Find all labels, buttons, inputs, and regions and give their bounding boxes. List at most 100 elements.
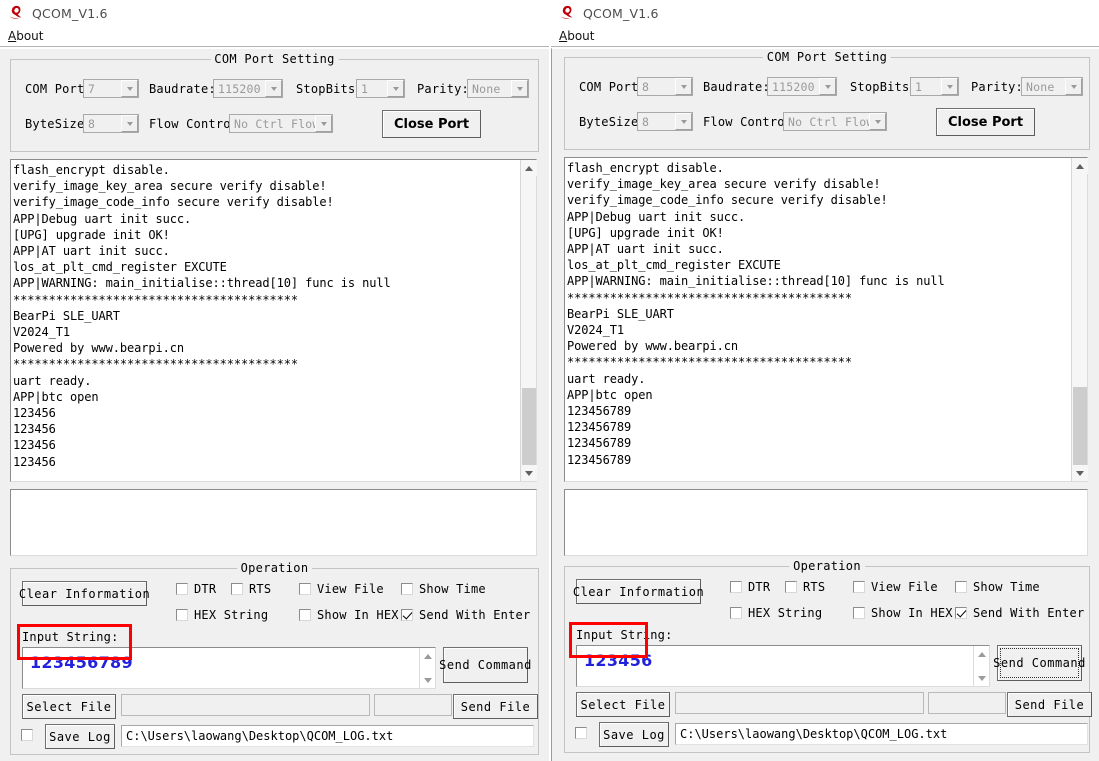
bytesize-combo-right[interactable]: 8: [637, 112, 693, 131]
terminal-scrollbar-left[interactable]: [520, 160, 537, 481]
scroll-down-arrow-icon[interactable]: [420, 672, 436, 688]
checkbox-box-show-time-right[interactable]: [955, 581, 967, 593]
chevron-down-icon[interactable]: [869, 113, 886, 130]
checkbox-box-rts-left[interactable]: [231, 583, 243, 595]
scroll-up-arrow-icon[interactable]: [1072, 158, 1088, 174]
secondary-panel-right[interactable]: [564, 489, 1088, 556]
terminal-scrollbar-right[interactable]: [1071, 158, 1088, 481]
checkbox-box-save-log-right[interactable]: [575, 727, 587, 739]
checkbox-show-time-left[interactable]: Show Time: [401, 582, 486, 596]
baudrate-combo-right[interactable]: 115200: [767, 77, 837, 96]
input-string-scrollbar-left[interactable]: [419, 648, 435, 688]
chevron-down-icon[interactable]: [675, 78, 692, 95]
checkbox-send-with-enter-right[interactable]: Send With Enter: [955, 606, 1084, 620]
checkbox-show-time-right[interactable]: Show Time: [955, 580, 1040, 594]
log-path-field-right[interactable]: C:\Users\laowang\Desktop\QCOM_LOG.txt: [675, 723, 1088, 745]
parity-combo-right[interactable]: None: [1021, 77, 1083, 96]
checkbox-box-send-with-enter-left[interactable]: [401, 609, 413, 621]
file-size-field-right[interactable]: [928, 692, 1006, 714]
checkbox-dtr-right[interactable]: DTR: [730, 580, 770, 594]
checkbox-box-save-log-left[interactable]: [21, 729, 33, 741]
chevron-down-icon[interactable]: [819, 78, 836, 95]
scrollbar-thumb-right[interactable]: [1073, 387, 1087, 472]
save-log-button-right[interactable]: Save Log: [599, 722, 669, 747]
flow-control-combo-right[interactable]: No Ctrl Flow: [783, 112, 887, 131]
flow-control-combo-left[interactable]: No Ctrl Flow: [229, 114, 333, 133]
send-command-button-right[interactable]: Send Command: [993, 645, 1085, 681]
checkbox-box-dtr-left[interactable]: [176, 583, 188, 595]
close-port-button-left[interactable]: Close Port: [382, 110, 481, 138]
checkbox-rts-left[interactable]: RTS: [231, 582, 271, 596]
com-port-setting-title-left: COM Port Setting: [210, 52, 339, 66]
menu-item-about-right[interactable]: About: [559, 29, 595, 43]
checkbox-dtr-left[interactable]: DTR: [176, 582, 216, 596]
checkbox-view-file-left[interactable]: View File: [299, 582, 384, 596]
bytesize-combo-left[interactable]: 8: [83, 114, 139, 133]
checkbox-view-file-right[interactable]: View File: [853, 580, 938, 594]
input-string-box-right[interactable]: 123456: [576, 645, 990, 687]
menu-bar-right: About: [551, 26, 1099, 47]
terminal-panel-left[interactable]: flash_encrypt disable. verify_image_key_…: [10, 159, 537, 482]
chevron-down-icon[interactable]: [941, 78, 958, 95]
chevron-down-icon[interactable]: [1065, 78, 1082, 95]
checkbox-box-hex-string-left[interactable]: [176, 609, 188, 621]
save-log-button-left[interactable]: Save Log: [45, 724, 115, 749]
bytesize-label-left: ByteSize:: [25, 117, 92, 131]
checkbox-box-hex-string-right[interactable]: [730, 607, 742, 619]
chevron-down-icon[interactable]: [511, 80, 528, 97]
checkbox-save-log-left[interactable]: [21, 729, 39, 741]
chevron-down-icon[interactable]: [121, 115, 138, 132]
com-port-setting-title-right: COM Port Setting: [762, 50, 892, 64]
checkbox-box-dtr-right[interactable]: [730, 581, 742, 593]
scrollbar-thumb-left[interactable]: [522, 388, 536, 473]
send-file-button-right[interactable]: Send File: [1007, 692, 1092, 717]
stopbits-combo-right[interactable]: 1: [910, 77, 959, 96]
clear-information-button-right[interactable]: Clear Information: [573, 579, 704, 604]
parity-combo-left[interactable]: None: [467, 79, 529, 98]
checkbox-hex-string-right[interactable]: HEX String: [730, 606, 822, 620]
checkbox-box-show-in-hex-right[interactable]: [853, 607, 865, 619]
checkbox-show-in-hex-left[interactable]: Show In HEX: [299, 608, 399, 622]
menu-item-about-left[interactable]: About: [8, 29, 44, 43]
chevron-down-icon[interactable]: [121, 80, 138, 97]
com-port-combo-left[interactable]: 7: [83, 79, 139, 98]
send-file-button-left[interactable]: Send File: [453, 694, 538, 719]
scroll-down-arrow-icon[interactable]: [521, 465, 537, 481]
chevron-down-icon[interactable]: [675, 113, 692, 130]
checkbox-box-view-file-right[interactable]: [853, 581, 865, 593]
file-path-field-left[interactable]: [121, 694, 370, 716]
checkbox-box-rts-right[interactable]: [785, 581, 797, 593]
scroll-down-arrow-icon[interactable]: [1072, 465, 1088, 481]
stopbits-combo-left[interactable]: 1: [356, 79, 405, 98]
scroll-down-arrow-icon[interactable]: [974, 670, 990, 686]
scroll-up-arrow-icon[interactable]: [521, 160, 537, 176]
com-port-combo-right[interactable]: 8: [637, 77, 693, 96]
file-size-field-left[interactable]: [374, 694, 452, 716]
input-string-box-left[interactable]: 123456789: [22, 647, 436, 689]
log-path-field-left[interactable]: C:\Users\laowang\Desktop\QCOM_LOG.txt: [121, 725, 534, 747]
close-port-button-right[interactable]: Close Port: [936, 108, 1035, 136]
select-file-button-right[interactable]: Select File: [576, 692, 670, 717]
checkbox-send-with-enter-left[interactable]: Send With Enter: [401, 608, 530, 622]
scroll-up-arrow-icon[interactable]: [420, 648, 436, 664]
chevron-down-icon[interactable]: [387, 80, 404, 97]
checkbox-box-show-time-left[interactable]: [401, 583, 413, 595]
checkbox-save-log-right[interactable]: [575, 727, 593, 739]
scroll-up-arrow-icon[interactable]: [974, 646, 990, 662]
chevron-down-icon[interactable]: [265, 80, 282, 97]
terminal-panel-right[interactable]: flash_encrypt disable. verify_image_key_…: [564, 157, 1088, 482]
checkbox-box-send-with-enter-right[interactable]: [955, 607, 967, 619]
checkbox-box-view-file-left[interactable]: [299, 583, 311, 595]
select-file-button-left[interactable]: Select File: [22, 694, 116, 719]
baudrate-combo-left[interactable]: 115200: [213, 79, 283, 98]
checkbox-hex-string-left[interactable]: HEX String: [176, 608, 268, 622]
file-path-field-right[interactable]: [675, 692, 924, 714]
checkbox-box-show-in-hex-left[interactable]: [299, 609, 311, 621]
input-string-scrollbar-right[interactable]: [973, 646, 989, 686]
secondary-panel-left[interactable]: [10, 489, 537, 556]
send-command-button-left[interactable]: Send Command: [439, 647, 531, 683]
clear-information-button-left[interactable]: Clear Information: [19, 581, 150, 606]
chevron-down-icon[interactable]: [315, 115, 332, 132]
checkbox-show-in-hex-right[interactable]: Show In HEX: [853, 606, 953, 620]
checkbox-rts-right[interactable]: RTS: [785, 580, 825, 594]
